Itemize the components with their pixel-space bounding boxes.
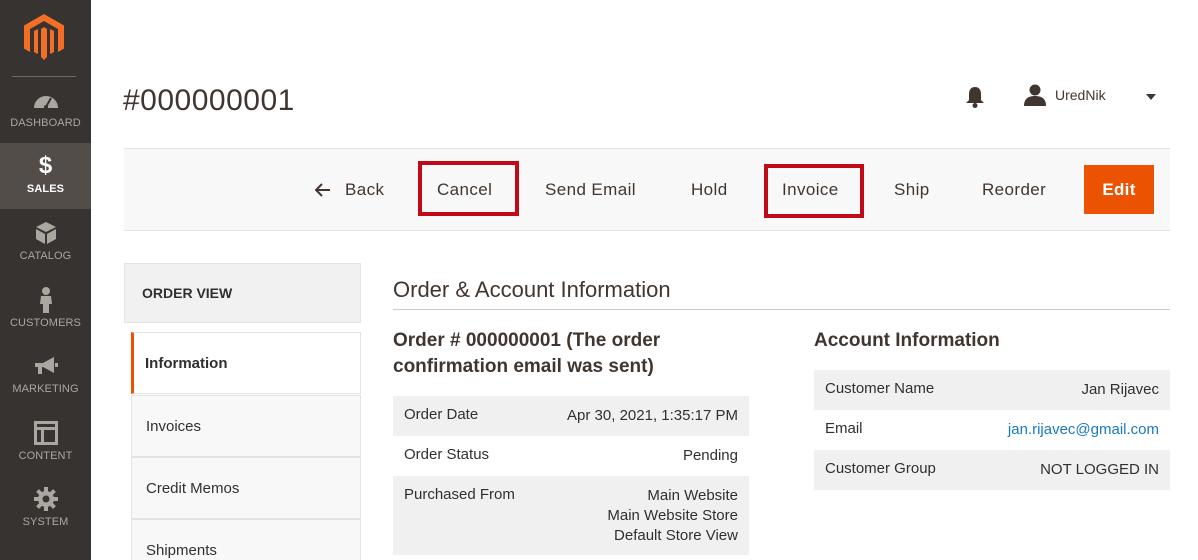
table-row: Order Date Apr 30, 2021, 1:35:17 PM [393, 396, 749, 436]
sidebar-item-label: CATALOG [19, 250, 72, 262]
sidebar-item-system[interactable]: SYSTEM [0, 476, 91, 542]
section-title: Order & Account Information [393, 277, 671, 302]
user-avatar-icon[interactable] [1024, 84, 1046, 106]
table-row: Customer Name Jan Rijavec [814, 370, 1170, 410]
tabs-title: ORDER VIEW [124, 263, 361, 323]
hold-button[interactable]: Hold [691, 148, 728, 231]
order-date-label: Order Date [404, 406, 479, 423]
table-row: Purchased From Main Website Main Website… [393, 476, 749, 555]
page-title: #000000001 [123, 84, 295, 117]
tab-shipments[interactable]: Shipments [131, 519, 361, 560]
admin-sidebar: DASHBOARD $ SALES CATALOG CUSTOMERS MARK… [0, 0, 91, 560]
account-heading: Account Information [814, 330, 1000, 351]
chevron-down-icon[interactable] [1145, 93, 1157, 101]
sidebar-item-catalog[interactable]: CATALOG [0, 210, 91, 276]
customer-name-value[interactable]: Jan Rijavec [1081, 380, 1159, 400]
sidebar-item-label: CUSTOMERS [10, 317, 81, 329]
notifications-bell-icon[interactable] [965, 86, 985, 108]
section-divider [393, 309, 1170, 310]
purchased-from-label: Purchased From [404, 486, 515, 503]
sidebar-item-marketing[interactable]: MARKETING [0, 343, 91, 409]
sidebar-item-customers[interactable]: CUSTOMERS [0, 277, 91, 343]
arrow-left-icon [315, 182, 331, 197]
dollar-icon: $ [38, 152, 53, 179]
sidebar-item-dashboard[interactable]: DASHBOARD [0, 77, 91, 143]
layout-icon [0, 420, 91, 446]
box-icon [0, 220, 91, 246]
sidebar-item-sales[interactable]: $ SALES [0, 143, 91, 209]
back-button[interactable]: Back [315, 148, 384, 231]
dashboard-icon [0, 87, 91, 113]
store-view-name: Default Store View [614, 527, 738, 544]
order-status-value: Pending [682, 447, 738, 464]
ship-button[interactable]: Ship [894, 148, 930, 231]
tab-invoices[interactable]: Invoices [131, 395, 361, 457]
back-button-label: Back [345, 179, 385, 199]
send-email-button[interactable]: Send Email [545, 148, 636, 231]
sidebar-item-label: DASHBOARD [10, 117, 81, 129]
email-label: Email [825, 420, 863, 437]
order-date-value: Apr 30, 2021, 1:35:17 PM [567, 407, 738, 424]
invoice-highlight-box [764, 164, 864, 218]
sidebar-item-label: SALES [26, 183, 65, 195]
user-name[interactable]: UredNik [1055, 87, 1106, 103]
table-row: Order Status Pending [393, 436, 749, 476]
order-info-table: Order Date Apr 30, 2021, 1:35:17 PM Orde… [393, 396, 749, 555]
table-row: Email jan.rijavec@gmail.com [814, 410, 1170, 450]
megaphone-icon [0, 353, 91, 379]
email-link[interactable]: jan.rijavec@gmail.com [1008, 420, 1159, 440]
cancel-highlight-box [418, 161, 519, 216]
store-name: Main Website Store [607, 507, 738, 524]
tab-credit-memos[interactable]: Credit Memos [131, 457, 361, 519]
edit-button[interactable]: Edit [1084, 165, 1154, 214]
purchased-from-value: Main Website Main Website Store Default … [607, 486, 738, 546]
table-row: Customer Group NOT LOGGED IN [814, 450, 1170, 490]
customer-group-label: Customer Group [825, 460, 936, 477]
sidebar-item-label: CONTENT [18, 450, 73, 462]
order-status-label: Order Status [404, 446, 490, 463]
sidebar-item-content[interactable]: CONTENT [0, 410, 91, 476]
magento-logo-icon[interactable] [24, 14, 64, 60]
sidebar-item-label: SYSTEM [22, 516, 69, 528]
customer-name-label: Customer Name [825, 380, 935, 397]
gear-icon [0, 486, 91, 512]
sidebar-item-label: MARKETING [12, 383, 79, 395]
person-icon [0, 287, 91, 313]
tab-information[interactable]: Information [131, 332, 361, 394]
website-name: Main Website [647, 487, 738, 504]
order-view-tabs: ORDER VIEW Information Invoices Credit M… [124, 263, 361, 560]
order-heading: Order # 000000001 (The order confirmatio… [393, 330, 661, 377]
customer-group-value: NOT LOGGED IN [1040, 461, 1159, 478]
account-info-table: Customer Name Jan Rijavec Email jan.rija… [814, 370, 1170, 490]
reorder-button[interactable]: Reorder [982, 148, 1046, 231]
